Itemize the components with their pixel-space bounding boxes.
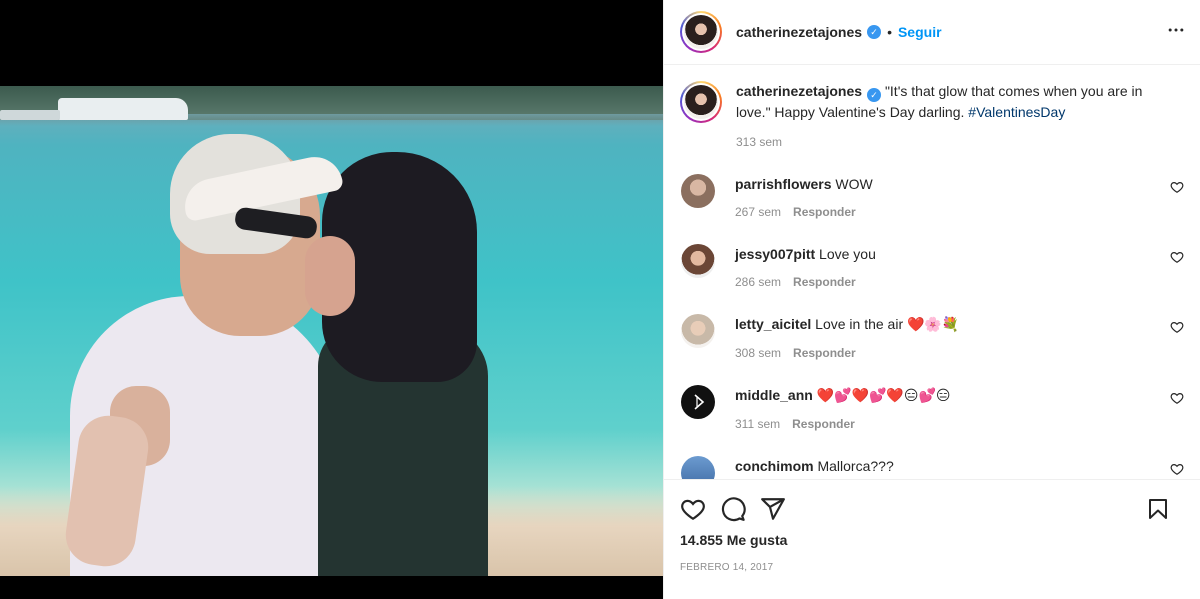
post-actions: 14.855 Me gusta Febrero 14, 2017 [664, 479, 1200, 599]
comment-item: letty_aicitel Love in the air ❤️🌸💐 308 s… [680, 314, 1184, 363]
author-avatar-image [684, 15, 718, 49]
heart-icon[interactable] [680, 496, 706, 522]
like-comment-heart-icon[interactable] [1170, 391, 1184, 405]
like-comment-heart-icon[interactable] [1170, 180, 1184, 194]
post-side-panel: catherinezetajones ✓ • Seguir catherinez… [663, 0, 1200, 599]
commenter-avatar[interactable] [681, 456, 715, 479]
commenter-avatar[interactable] [681, 385, 715, 419]
caption-avatar[interactable] [680, 81, 722, 123]
comment-username[interactable]: jessy007pitt [735, 246, 815, 262]
comment-item: conchimom Mallorca??? [680, 456, 1184, 479]
post-dialog: catherinezetajones ✓ • Seguir catherinez… [0, 0, 1200, 599]
like-comment-heart-icon[interactable] [1170, 250, 1184, 264]
play-logo-icon [694, 394, 705, 410]
comment-text: WOW [831, 176, 873, 192]
verified-icon: ✓ [867, 25, 882, 39]
follow-button[interactable]: Seguir [898, 24, 942, 40]
action-icons-row [680, 480, 1184, 538]
reply-button[interactable]: Responder [793, 275, 856, 289]
comments-list[interactable]: catherinezetajones ✓ "It's that glow that… [664, 65, 1200, 479]
comment-time[interactable]: 311 sem [735, 417, 780, 431]
comment-icon[interactable] [720, 496, 746, 522]
comment-item: jessy007pitt Love you 286 sem Responder [680, 244, 1184, 292]
caption-hashtag[interactable]: #ValentinesDay [968, 104, 1065, 120]
reply-button[interactable]: Responder [792, 417, 855, 431]
reply-button[interactable]: Responder [793, 346, 856, 360]
comment-emojis: ❤️💕❤️💕❤️😑💕😑 [816, 388, 951, 404]
comment-item: parrishflowers WOW 267 sem Responder [680, 174, 1184, 222]
comment-username[interactable]: conchimom [735, 458, 814, 474]
more-icon [1168, 28, 1184, 32]
author-avatar[interactable] [680, 11, 722, 53]
separator-dot: • [887, 24, 892, 40]
like-comment-heart-icon[interactable] [1170, 320, 1184, 334]
post-photo[interactable] [0, 86, 663, 576]
comment-text: Mallorca??? [813, 458, 894, 474]
more-options-button[interactable] [1166, 20, 1186, 45]
like-comment-heart-icon[interactable] [1170, 462, 1184, 476]
comment-emojis: ❤️🌸💐 [907, 317, 960, 333]
caption-time[interactable]: 313 sem [736, 132, 1176, 152]
commenter-avatar[interactable] [681, 244, 715, 278]
verified-icon: ✓ [867, 88, 882, 102]
comment-username[interactable]: letty_aicitel [735, 316, 811, 332]
caption-username[interactable]: catherinezetajones [736, 83, 862, 99]
comment-text: Love you [815, 246, 876, 262]
post-header: catherinezetajones ✓ • Seguir [664, 0, 1200, 65]
photo-woman-face [305, 236, 355, 316]
comment-text: Love in the air [811, 316, 907, 332]
comment-time[interactable]: 286 sem [735, 275, 781, 289]
comment-time[interactable]: 308 sem [735, 346, 781, 360]
post-date[interactable]: Febrero 14, 2017 [680, 562, 1184, 573]
commenter-avatar[interactable] [681, 174, 715, 208]
post-caption: catherinezetajones ✓ "It's that glow that… [680, 81, 1184, 152]
comment-username[interactable]: parrishflowers [735, 176, 831, 192]
author-username[interactable]: catherinezetajones [736, 24, 862, 40]
bookmark-icon[interactable] [1146, 496, 1170, 522]
photo-boat [0, 110, 60, 120]
comment-username[interactable]: middle_ann [735, 387, 813, 403]
reply-button[interactable]: Responder [793, 205, 856, 219]
post-media[interactable] [0, 0, 663, 599]
comment-item: middle_ann ❤️💕❤️💕❤️😑💕😑 311 sem Responder [680, 385, 1184, 434]
share-icon[interactable] [760, 496, 786, 522]
photo-yacht [58, 98, 188, 120]
commenter-avatar[interactable] [681, 314, 715, 348]
comment-time[interactable]: 267 sem [735, 205, 781, 219]
